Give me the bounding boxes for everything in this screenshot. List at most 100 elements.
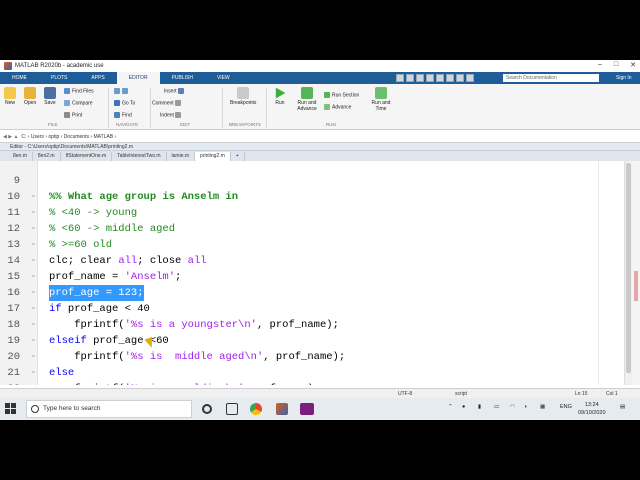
run-and-time-button[interactable]: Run and Time (370, 87, 392, 112)
taskbar-clock[interactable]: 13:24 09/10/2020 (578, 401, 606, 417)
clock-date: 09/10/2020 (578, 410, 606, 416)
code-line[interactable]: 19- fprintf('%s is middle aged\n', prof_… (0, 317, 632, 363)
find-files-button[interactable]: Find Files (64, 88, 94, 94)
file-tab[interactable]: lamie.m (167, 152, 196, 161)
breakpoints-icon (237, 87, 250, 99)
code-line[interactable]: 16- if prof_age < 40 (0, 269, 632, 315)
open-button[interactable]: Open (24, 87, 36, 106)
windows-start-icon[interactable] (5, 403, 16, 414)
comment-button[interactable]: Comment (152, 100, 183, 106)
quick-redo-icon[interactable] (446, 74, 454, 82)
code-editor[interactable]: 9 %% What age group is Anselm in 10- % <… (0, 161, 632, 385)
code-line-selected[interactable]: 15- prof_age = 123; (0, 253, 632, 301)
code-line[interactable]: 13- clc; clear all; close all (0, 221, 632, 267)
quick-help-icon[interactable] (466, 74, 474, 82)
new-button[interactable]: New (4, 87, 16, 106)
insert-button[interactable]: Insert (164, 88, 186, 94)
status-column: Col 1 (606, 391, 618, 397)
task-view-icon[interactable] (226, 403, 238, 415)
quick-cut-icon[interactable] (406, 74, 414, 82)
sign-in-link[interactable]: Sign In (616, 73, 632, 83)
address-bar[interactable]: ◀ ▶ ▲ C: › Users › optip › Documents › M… (0, 131, 640, 143)
tab-apps[interactable]: APPS (79, 72, 116, 84)
code-line[interactable]: 14- prof_name = 'Anselm'; (0, 237, 632, 283)
go-to-button[interactable]: Go To (114, 100, 135, 106)
code-line[interactable]: 22- end (0, 365, 632, 385)
quick-switch-icon[interactable] (456, 74, 464, 82)
new-tab-button[interactable]: + (231, 152, 245, 161)
tray-volume-icon[interactable]: ◖ (524, 404, 527, 410)
tab-plots[interactable]: PLOTS (39, 72, 79, 84)
code-line[interactable]: 20- else (0, 333, 632, 379)
run-section-button[interactable]: Run Section (324, 92, 359, 98)
file-tab[interactable]: IfStatementOne.m (61, 152, 113, 161)
tray-app-icon[interactable]: ● (462, 404, 465, 410)
file-tab-active[interactable]: printing2.m (195, 152, 231, 161)
chrome-icon[interactable] (250, 403, 262, 415)
group-file-label: FILE (48, 122, 58, 127)
code-analyzer-marker[interactable] (634, 271, 638, 301)
search-documentation-input[interactable]: Search Documentation (503, 74, 599, 82)
code-line[interactable]: 23 (0, 381, 632, 385)
window-title: MATLAB R2020b - academic use (15, 63, 104, 69)
code-line[interactable]: 17- fprintf('%s is a youngster\n', prof_… (0, 285, 632, 331)
code-line[interactable]: 9 %% What age group is Anselm in (0, 161, 632, 203)
notifications-icon[interactable]: ▤ (620, 404, 625, 410)
editor-file-tabs: 8en.m 8en2.m IfStatementOne.m TableInter… (0, 151, 640, 161)
matlab-logo-icon (4, 62, 12, 70)
cortana-icon[interactable] (202, 404, 212, 414)
code-line[interactable]: 12- % >=60 old (0, 205, 632, 251)
file-tab[interactable]: TableInterestTwo.m (112, 152, 167, 161)
code-line[interactable]: 10- % <40 -> young (0, 173, 632, 219)
quick-paste-icon[interactable] (426, 74, 434, 82)
file-tab[interactable]: 8en.m (8, 152, 33, 161)
scrollbar-thumb[interactable] (626, 163, 631, 373)
group-breakpoints-label: BREAKPOINTS (229, 122, 262, 127)
code-line[interactable]: 18- elseif prof_age <60 (0, 301, 632, 347)
quick-undo-icon[interactable] (436, 74, 444, 82)
taskbar-search-input[interactable]: Type here to search (26, 400, 192, 418)
tray-network-icon[interactable]: ▦ (540, 404, 545, 410)
tab-publish[interactable]: PUBLISH (160, 72, 205, 84)
tab-home[interactable]: HOME (0, 72, 39, 84)
tray-usb-icon[interactable]: ▮ (478, 404, 481, 410)
editor-vertical-scrollbar[interactable] (624, 161, 632, 385)
breakpoints-button[interactable]: Breakpoints (230, 87, 256, 106)
language-indicator[interactable]: ENG (560, 404, 572, 410)
find-icon (114, 112, 120, 118)
tray-battery-icon[interactable]: ▭ (494, 404, 499, 410)
advance-icon (324, 104, 330, 110)
ribbon-tabs: HOME PLOTS APPS EDITOR PUBLISH VIEW Sear… (0, 72, 640, 84)
run-and-advance-button[interactable]: Run and Advance (296, 87, 318, 112)
quick-save-icon[interactable] (396, 74, 404, 82)
advance-button[interactable]: Advance (324, 104, 351, 110)
tray-chevron-icon[interactable]: ⌃ (448, 404, 453, 410)
open-folder-icon (24, 87, 37, 99)
tab-editor[interactable]: EDITOR (116, 72, 160, 84)
title-bar: MATLAB R2020b - academic use – □ ✕ (0, 60, 640, 72)
back-forward-buttons[interactable] (114, 88, 130, 94)
quick-copy-icon[interactable] (416, 74, 424, 82)
run-icon (275, 87, 286, 99)
code-analyzer-bar (632, 161, 640, 385)
tray-wifi-icon[interactable]: ◠ (510, 404, 515, 410)
nav-arrows-icon[interactable]: ◀ ▶ ▲ (3, 134, 18, 140)
screen-recorder-icon[interactable] (300, 403, 314, 415)
comment-icon (175, 100, 182, 106)
save-button[interactable]: Save (44, 87, 56, 106)
code-line[interactable]: 21- fprintf('%s is an oldie \n',prof_nam… (0, 349, 632, 385)
code-line[interactable]: 11- % <60 -> middle aged (0, 189, 632, 235)
file-tab[interactable]: 8en2.m (33, 152, 61, 161)
tab-view[interactable]: VIEW (205, 72, 242, 84)
close-icon[interactable]: ✕ (630, 61, 636, 69)
maximize-icon[interactable]: □ (614, 61, 618, 69)
ribbon-separator (266, 88, 267, 128)
run-button[interactable]: Run (274, 87, 286, 106)
matlab-taskbar-icon[interactable] (276, 403, 288, 415)
compare-button[interactable]: Compare (64, 100, 93, 106)
indent-button[interactable]: Indent (160, 112, 183, 118)
status-encoding: UTF-8 (398, 391, 413, 397)
print-button[interactable]: Print (64, 112, 82, 118)
minimize-icon[interactable]: – (598, 61, 602, 69)
find-button[interactable]: Find (114, 112, 132, 118)
